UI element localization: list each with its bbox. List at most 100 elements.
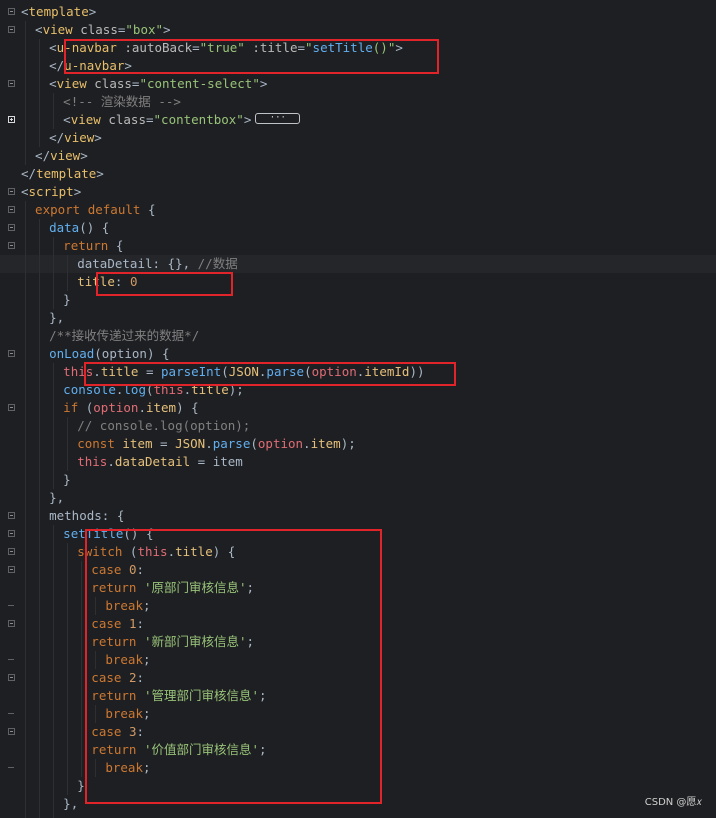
code-line[interactable]: return '价值部门审核信息';: [0, 741, 716, 759]
indent-guide: [53, 723, 55, 741]
code-line[interactable]: if (option.item) {: [0, 399, 716, 417]
code-line[interactable]: console.log(this.title);: [0, 381, 716, 399]
collapse-fold-icon[interactable]: [8, 224, 15, 231]
code-line[interactable]: methods: {: [0, 507, 716, 525]
code-line[interactable]: <!-- 渲染数据 -->: [0, 93, 716, 111]
collapse-fold-icon[interactable]: [8, 728, 15, 735]
indent-guide: [25, 435, 26, 453]
collapse-fold-icon[interactable]: [8, 26, 15, 33]
code-token: this: [153, 382, 184, 397]
code-line[interactable]: return '原部门审核信息';: [0, 579, 716, 597]
code-line[interactable]: <view class="contentbox"> ···: [0, 111, 716, 129]
code-text: <view class="content-select">: [49, 75, 267, 93]
code-line[interactable]: case 0:: [0, 561, 716, 579]
code-line[interactable]: export default {: [0, 201, 716, 219]
code-line[interactable]: ...: [0, 813, 716, 818]
indent-guide: [25, 111, 26, 129]
indent-guide: [39, 579, 41, 597]
collapse-fold-icon[interactable]: [8, 530, 15, 537]
code-line[interactable]: }: [0, 471, 716, 489]
indent-guide: [39, 795, 41, 813]
code-line[interactable]: setTitle() {: [0, 525, 716, 543]
code-token: () {: [123, 526, 154, 541]
indent-guide: [67, 597, 69, 615]
collapse-fold-icon[interactable]: [8, 512, 15, 519]
code-line[interactable]: },: [0, 309, 716, 327]
code-line[interactable]: },: [0, 795, 716, 813]
code-token: '管理部门审核信息': [143, 688, 260, 703]
code-line[interactable]: case 1:: [0, 615, 716, 633]
collapse-fold-icon[interactable]: [8, 206, 15, 213]
code-line[interactable]: case 2:: [0, 669, 716, 687]
code-line[interactable]: return '新部门审核信息';: [0, 633, 716, 651]
code-line[interactable]: </view>: [0, 129, 716, 147]
indent-guide: [53, 579, 55, 597]
code-token: {: [115, 238, 124, 253]
collapse-fold-icon[interactable]: [8, 404, 15, 411]
collapse-fold-icon[interactable]: [8, 602, 15, 609]
code-line[interactable]: </template>: [0, 165, 716, 183]
code-line[interactable]: break;: [0, 759, 716, 777]
code-line[interactable]: </view>: [0, 147, 716, 165]
code-line[interactable]: }: [0, 777, 716, 795]
collapse-fold-icon[interactable]: [8, 188, 15, 195]
code-line[interactable]: <view class="content-select">: [0, 75, 716, 93]
expand-fold-icon[interactable]: [8, 116, 15, 123]
code-line[interactable]: break;: [0, 597, 716, 615]
code-line[interactable]: /**接收传递过来的数据*/: [0, 327, 716, 345]
code-line[interactable]: </u-navbar>: [0, 57, 716, 75]
indent-guide: [39, 93, 41, 111]
code-text: ...: [63, 813, 86, 818]
code-text: title: 0: [77, 273, 137, 291]
code-line[interactable]: // console.log(option);: [0, 417, 716, 435]
collapse-fold-icon[interactable]: [8, 764, 15, 771]
code-token: switch: [77, 544, 130, 559]
code-line[interactable]: return '管理部门审核信息';: [0, 687, 716, 705]
indent-guide: [39, 705, 41, 723]
code-line[interactable]: }: [0, 291, 716, 309]
collapse-fold-icon[interactable]: [8, 8, 15, 15]
collapse-fold-icon[interactable]: [8, 350, 15, 357]
code-line[interactable]: onLoad(option) {: [0, 345, 716, 363]
code-line[interactable]: <view class="box">: [0, 21, 716, 39]
collapse-fold-icon[interactable]: [8, 710, 15, 717]
indent-guide: [53, 651, 55, 669]
code-text: return '管理部门审核信息';: [91, 687, 266, 705]
collapse-fold-icon[interactable]: [8, 80, 15, 87]
code-line[interactable]: switch (this.title) {: [0, 543, 716, 561]
code-line[interactable]: <template>: [0, 3, 716, 21]
code-editor[interactable]: <template> <view class="box"> <u-navbar :a…: [0, 0, 716, 818]
code-token: .: [107, 454, 115, 469]
indent-guide: [53, 615, 55, 633]
code-token: () {: [79, 220, 110, 235]
code-line[interactable]: dataDetail: {}, //数据: [0, 255, 716, 273]
collapsed-region-badge[interactable]: ···: [255, 113, 301, 124]
indent-guide: [25, 147, 26, 165]
collapse-fold-icon[interactable]: [8, 566, 15, 573]
code-text: methods: {: [49, 507, 124, 525]
code-line[interactable]: },: [0, 489, 716, 507]
indent-guide: [25, 507, 26, 525]
indent-guide: [39, 219, 41, 237]
collapse-fold-icon[interactable]: [8, 548, 15, 555]
code-text: <view class="contentbox"> ···: [63, 111, 301, 129]
code-text: </u-navbar>: [49, 57, 132, 75]
code-line[interactable]: <script>: [0, 183, 716, 201]
code-line[interactable]: break;: [0, 705, 716, 723]
code-line[interactable]: <u-navbar :autoBack="true" :title="setTi…: [0, 39, 716, 57]
code-line[interactable]: case 3:: [0, 723, 716, 741]
code-line[interactable]: title: 0: [0, 273, 716, 291]
collapse-fold-icon[interactable]: [8, 674, 15, 681]
code-line[interactable]: const item = JSON.parse(option.item);: [0, 435, 716, 453]
code-line[interactable]: return {: [0, 237, 716, 255]
code-line[interactable]: break;: [0, 651, 716, 669]
indent-guide: [53, 273, 55, 291]
code-token: },: [49, 490, 65, 505]
collapse-fold-icon[interactable]: [8, 656, 15, 663]
collapse-fold-icon[interactable]: [8, 620, 15, 627]
collapse-fold-icon[interactable]: [8, 242, 15, 249]
code-line[interactable]: this.title = parseInt(JSON.parse(option.…: [0, 363, 716, 381]
code-line[interactable]: this.dataDetail = item: [0, 453, 716, 471]
code-text: case 1:: [91, 615, 144, 633]
code-line[interactable]: data() {: [0, 219, 716, 237]
